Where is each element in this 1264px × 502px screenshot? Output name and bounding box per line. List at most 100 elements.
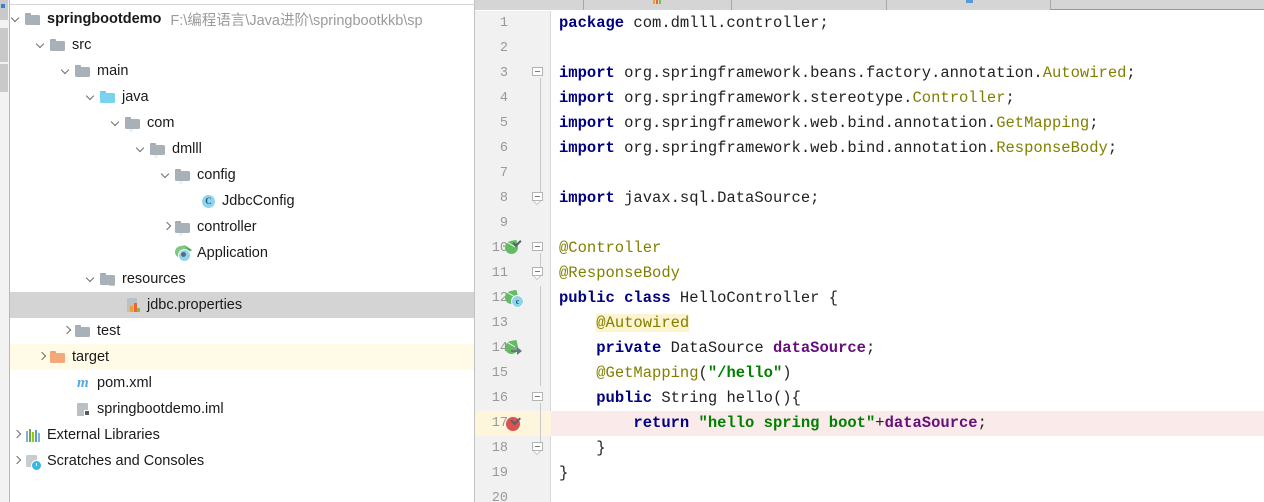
tree-node-main[interactable]: main (10, 58, 474, 84)
tree-expand-arrow[interactable] (110, 292, 124, 318)
autowired-arrow-icon[interactable] (503, 339, 522, 357)
code-line-10[interactable]: @Controller (551, 236, 1264, 261)
tree-expand-arrow[interactable] (110, 110, 124, 136)
fold-collapse-marker[interactable] (532, 192, 545, 205)
code-line-20[interactable] (551, 486, 1264, 502)
editor-tab-3[interactable] (732, 0, 887, 10)
project-tool-button[interactable] (0, 0, 8, 20)
tree-expand-arrow[interactable] (135, 136, 149, 162)
editor-gutter[interactable]: 1 2 3 4 5 6 7 8 9 10 11 12 c 13 14 15 16 17 18 19 20 (475, 11, 551, 502)
tree-node-controller[interactable]: controller (10, 214, 474, 240)
code-line-4[interactable]: import org.springframework.stereotype.Co… (551, 86, 1264, 111)
code-line-15[interactable]: @GetMapping("/hello") (551, 361, 1264, 386)
code-text-area[interactable]: package com.dmlll.controller; import org… (551, 11, 1264, 502)
fold-collapse-marker[interactable] (532, 392, 545, 405)
tree-node-springbootdemo-iml[interactable]: springbootdemo.iml (10, 396, 474, 422)
tree-node-target[interactable]: target (10, 344, 474, 370)
gutter-line-8[interactable]: 8 (475, 186, 551, 211)
gutter-line-3[interactable]: 3 (475, 61, 551, 86)
gutter-line-19[interactable]: 19 (475, 461, 551, 486)
gutter-line-2[interactable]: 2 (475, 36, 551, 61)
code-line-6[interactable]: import org.springframework.web.bind.anno… (551, 136, 1264, 161)
tree-node-test[interactable]: test (10, 318, 474, 344)
tree-node-application[interactable]: Application (10, 240, 474, 266)
tree-expand-arrow[interactable] (35, 344, 49, 370)
gutter-line-5[interactable]: 5 (475, 111, 551, 136)
gutter-line-4[interactable]: 4 (475, 86, 551, 111)
gutter-line-9[interactable]: 9 (475, 211, 551, 236)
tree-expand-arrow[interactable] (160, 214, 174, 240)
gutter-line-11[interactable]: 11 (475, 261, 551, 286)
tree-node-config[interactable]: config (10, 162, 474, 188)
tree-expand-arrow[interactable] (185, 188, 199, 214)
tree-node-resources[interactable]: resources (10, 266, 474, 292)
editor-tab-4[interactable] (887, 0, 1051, 10)
java-class-icon: C (202, 195, 215, 208)
gutter-line-7[interactable]: 7 (475, 161, 551, 186)
fold-collapse-marker[interactable] (532, 442, 545, 455)
code-line-13[interactable]: @Autowired (551, 311, 1264, 336)
fold-collapse-marker[interactable] (532, 242, 545, 255)
code-line-14[interactable]: private DataSource dataSource; (551, 336, 1264, 361)
tree-node-jdbcconfig[interactable]: C JdbcConfig (10, 188, 474, 214)
code-line-18[interactable]: } (551, 436, 1264, 461)
tree-expand-arrow[interactable] (160, 240, 174, 266)
gutter-line-17[interactable]: 17 (475, 411, 551, 436)
breakpoint-verified-icon[interactable] (505, 415, 522, 432)
tree-node-dmlll[interactable]: dmlll (10, 136, 474, 162)
tree-node-src[interactable]: src (10, 32, 474, 58)
gutter-line-16[interactable]: 16 (475, 386, 551, 411)
code-line-2[interactable] (551, 36, 1264, 61)
gutter-line-18[interactable]: 18 (475, 436, 551, 461)
editor-tab-1[interactable] (475, 0, 584, 10)
code-token: ( (698, 364, 708, 382)
code-line-11[interactable]: @ResponseBody (551, 261, 1264, 286)
tree-expand-arrow[interactable] (60, 396, 74, 422)
tree-expand-arrow[interactable] (10, 422, 24, 448)
tree-node-scratches-and-consoles[interactable]: Scratches and Consoles (10, 448, 474, 474)
gutter-line-20[interactable]: 20 (475, 486, 551, 502)
spring-bean-class-icon[interactable]: c (503, 289, 524, 308)
tree-expand-arrow[interactable] (160, 162, 174, 188)
code-line-8[interactable]: import javax.sql.DataSource; (551, 186, 1264, 211)
gutter-line-13[interactable]: 13 (475, 311, 551, 336)
code-line-5[interactable]: import org.springframework.web.bind.anno… (551, 111, 1264, 136)
project-tree[interactable]: springbootdemo F:\编程语言\Java进阶\springbootk… (10, 5, 474, 474)
tree-node-external-libraries[interactable]: External Libraries (10, 422, 474, 448)
tree-node-pom-xml[interactable]: m pom.xml (10, 370, 474, 396)
favorites-tool-button[interactable] (0, 64, 8, 92)
tree-expand-arrow[interactable] (85, 266, 99, 292)
tree-expand-arrow[interactable] (10, 448, 24, 474)
code-line-16[interactable]: public String hello(){ (551, 386, 1264, 411)
gutter-line-14[interactable]: 14 (475, 336, 551, 361)
code-line-19[interactable]: } (551, 461, 1264, 486)
gutter-line-6[interactable]: 6 (475, 136, 551, 161)
code-line-17[interactable]: return "hello spring boot"+dataSource; (551, 411, 1264, 436)
code-line-12[interactable]: public class HelloController { (551, 286, 1264, 311)
gutter-line-1[interactable]: 1 (475, 11, 551, 36)
tree-expand-arrow[interactable] (60, 370, 74, 396)
tree-node-java[interactable]: java (10, 84, 474, 110)
tree-node-com[interactable]: com (10, 110, 474, 136)
tree-expand-arrow[interactable] (60, 318, 74, 344)
tree-expand-arrow[interactable] (10, 6, 24, 32)
spring-bean-check-icon[interactable] (503, 239, 522, 257)
code-token: public class (559, 289, 680, 307)
tree-node-springbootdemo[interactable]: springbootdemo F:\编程语言\Java进阶\springbootk… (10, 6, 474, 32)
code-line-3[interactable]: import org.springframework.beans.factory… (551, 61, 1264, 86)
editor-tab-strip[interactable] (475, 0, 1264, 10)
tree-expand-arrow[interactable] (85, 84, 99, 110)
tree-expand-arrow[interactable] (60, 58, 74, 84)
editor-tab-2[interactable] (584, 0, 732, 10)
fold-collapse-marker[interactable] (532, 267, 545, 280)
code-line-9[interactable] (551, 211, 1264, 236)
gutter-line-10[interactable]: 10 (475, 236, 551, 261)
fold-collapse-marker[interactable] (532, 67, 545, 80)
code-line-7[interactable] (551, 161, 1264, 186)
structure-tool-button[interactable] (0, 28, 8, 62)
gutter-line-12[interactable]: 12 c (475, 286, 551, 311)
tree-node-jdbc-properties[interactable]: jdbc.properties (10, 292, 474, 318)
tree-expand-arrow[interactable] (35, 32, 49, 58)
gutter-line-15[interactable]: 15 (475, 361, 551, 386)
code-line-1[interactable]: package com.dmlll.controller; (551, 11, 1264, 36)
